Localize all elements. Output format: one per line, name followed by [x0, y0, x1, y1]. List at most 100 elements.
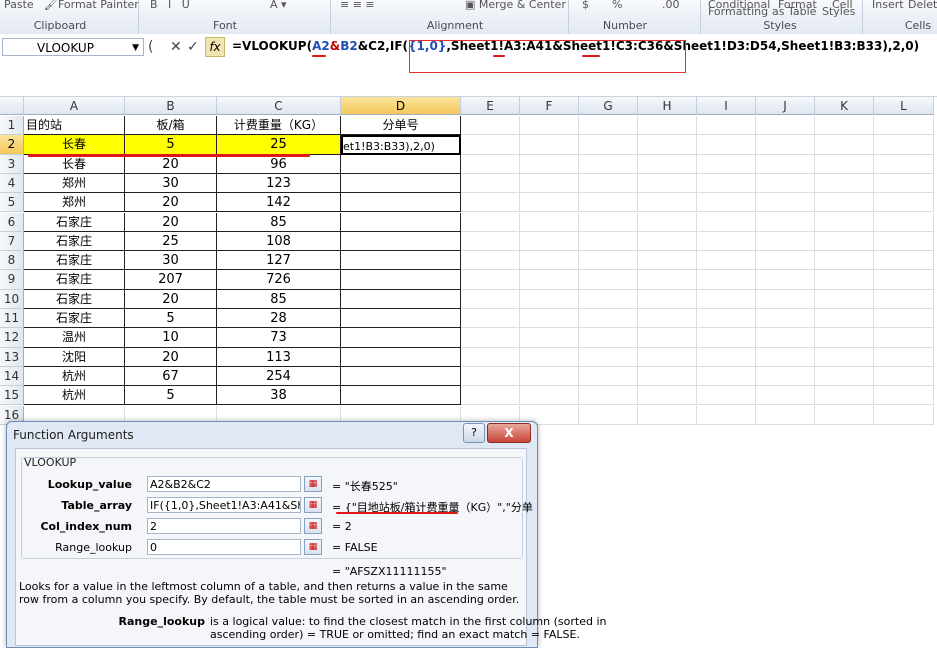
empty-cell[interactable] — [874, 328, 934, 348]
empty-cell[interactable] — [579, 212, 638, 232]
table-cell[interactable]: 25 — [217, 135, 341, 155]
empty-cell[interactable] — [874, 193, 934, 213]
empty-cell[interactable] — [815, 289, 874, 309]
empty-cell[interactable] — [579, 251, 638, 271]
empty-cell[interactable] — [756, 366, 815, 387]
empty-cell[interactable] — [815, 193, 874, 213]
table-cell[interactable]: 142 — [217, 193, 341, 213]
table-cell[interactable]: 67 — [125, 366, 217, 387]
empty-cell[interactable] — [461, 328, 520, 348]
empty-cell[interactable] — [815, 309, 874, 329]
table-cell[interactable]: 5 — [125, 309, 217, 329]
table-cell[interactable]: 石家庄 — [24, 309, 125, 329]
empty-cell[interactable] — [874, 231, 934, 252]
table-cell[interactable]: 28 — [217, 309, 341, 329]
empty-cell[interactable] — [874, 154, 934, 174]
empty-cell[interactable] — [756, 328, 815, 348]
empty-cell[interactable] — [579, 386, 638, 406]
row-header[interactable]: 8 — [0, 251, 24, 271]
row-header[interactable]: 2 — [0, 135, 24, 155]
header-cell[interactable]: 目的站 — [24, 116, 125, 136]
header-cell[interactable]: 板/箱 — [125, 116, 217, 136]
empty-cell[interactable] — [638, 405, 697, 425]
collapse-dialog-icon[interactable]: ▦ — [304, 497, 322, 513]
table-cell[interactable]: 73 — [217, 328, 341, 348]
insert-function-button[interactable]: fx — [205, 37, 225, 57]
cancel-formula-button[interactable]: ✕ — [170, 38, 182, 56]
empty-cell[interactable] — [756, 386, 815, 406]
empty-cell[interactable] — [638, 366, 697, 387]
table-cell[interactable]: 郑州 — [24, 193, 125, 213]
table-cell[interactable] — [341, 212, 461, 232]
percent-button[interactable]: % — [612, 0, 622, 11]
empty-cell[interactable] — [874, 405, 934, 425]
insert-button[interactable]: Insert — [872, 0, 904, 11]
table-cell[interactable]: 长春 — [24, 135, 125, 155]
column-header-k[interactable]: K — [815, 97, 874, 115]
empty-cell[interactable] — [756, 251, 815, 271]
table-cell[interactable] — [341, 231, 461, 252]
table-cell[interactable]: 石家庄 — [24, 270, 125, 290]
empty-cell[interactable] — [697, 405, 756, 425]
lookup-value-input[interactable]: A2&B2&C2 — [147, 476, 301, 492]
empty-cell[interactable] — [461, 289, 520, 309]
table-cell[interactable]: 207 — [125, 270, 217, 290]
empty-cell[interactable] — [697, 251, 756, 271]
empty-cell[interactable] — [697, 347, 756, 367]
row-header[interactable]: 4 — [0, 173, 24, 194]
column-header-e[interactable]: E — [461, 97, 520, 115]
empty-cell[interactable] — [756, 154, 815, 174]
empty-cell[interactable] — [697, 270, 756, 290]
empty-cell[interactable] — [815, 270, 874, 290]
empty-cell[interactable] — [815, 251, 874, 271]
empty-cell[interactable] — [520, 347, 579, 367]
empty-cell[interactable] — [461, 309, 520, 329]
table-cell[interactable]: 10 — [125, 328, 217, 348]
empty-cell[interactable] — [520, 328, 579, 348]
empty-cell[interactable] — [815, 116, 874, 136]
table-cell[interactable]: 30 — [125, 173, 217, 194]
empty-cell[interactable] — [579, 405, 638, 425]
table-cell[interactable]: 96 — [217, 154, 341, 174]
empty-cell[interactable] — [638, 212, 697, 232]
table-cell[interactable] — [341, 251, 461, 271]
collapse-dialog-icon[interactable]: ▦ — [304, 539, 322, 555]
row-header[interactable]: 3 — [0, 154, 24, 174]
empty-cell[interactable] — [579, 328, 638, 348]
empty-cell[interactable] — [461, 366, 520, 387]
row-header[interactable]: 6 — [0, 212, 24, 232]
empty-cell[interactable] — [815, 173, 874, 194]
empty-cell[interactable] — [697, 386, 756, 406]
empty-cell[interactable] — [520, 366, 579, 387]
empty-cell[interactable] — [756, 309, 815, 329]
empty-cell[interactable] — [756, 116, 815, 136]
empty-cell[interactable] — [461, 135, 520, 155]
row-header[interactable]: 11 — [0, 309, 24, 329]
table-cell[interactable] — [341, 173, 461, 194]
empty-cell[interactable] — [874, 116, 934, 136]
empty-cell[interactable] — [874, 289, 934, 309]
empty-cell[interactable] — [815, 347, 874, 367]
table-cell[interactable]: 20 — [125, 193, 217, 213]
row-header[interactable]: 10 — [0, 289, 24, 309]
empty-cell[interactable] — [461, 251, 520, 271]
empty-cell[interactable] — [579, 173, 638, 194]
empty-cell[interactable] — [520, 309, 579, 329]
table-cell[interactable]: 20 — [125, 212, 217, 232]
header-cell[interactable]: 计费重量（KG） — [217, 116, 341, 136]
column-header-i[interactable]: I — [697, 97, 756, 115]
empty-cell[interactable] — [815, 386, 874, 406]
column-header-c[interactable]: C — [217, 97, 341, 115]
empty-cell[interactable] — [697, 173, 756, 194]
table-cell[interactable]: 温州 — [24, 328, 125, 348]
empty-cell[interactable] — [520, 231, 579, 252]
empty-cell[interactable] — [461, 154, 520, 174]
close-button[interactable]: X — [487, 423, 531, 443]
table-cell[interactable]: 254 — [217, 366, 341, 387]
font-color-icon[interactable]: A ▾ — [270, 0, 287, 11]
empty-cell[interactable] — [697, 212, 756, 232]
empty-cell[interactable] — [697, 289, 756, 309]
empty-cell[interactable] — [815, 154, 874, 174]
row-header[interactable]: 7 — [0, 231, 24, 252]
empty-cell[interactable] — [461, 270, 520, 290]
